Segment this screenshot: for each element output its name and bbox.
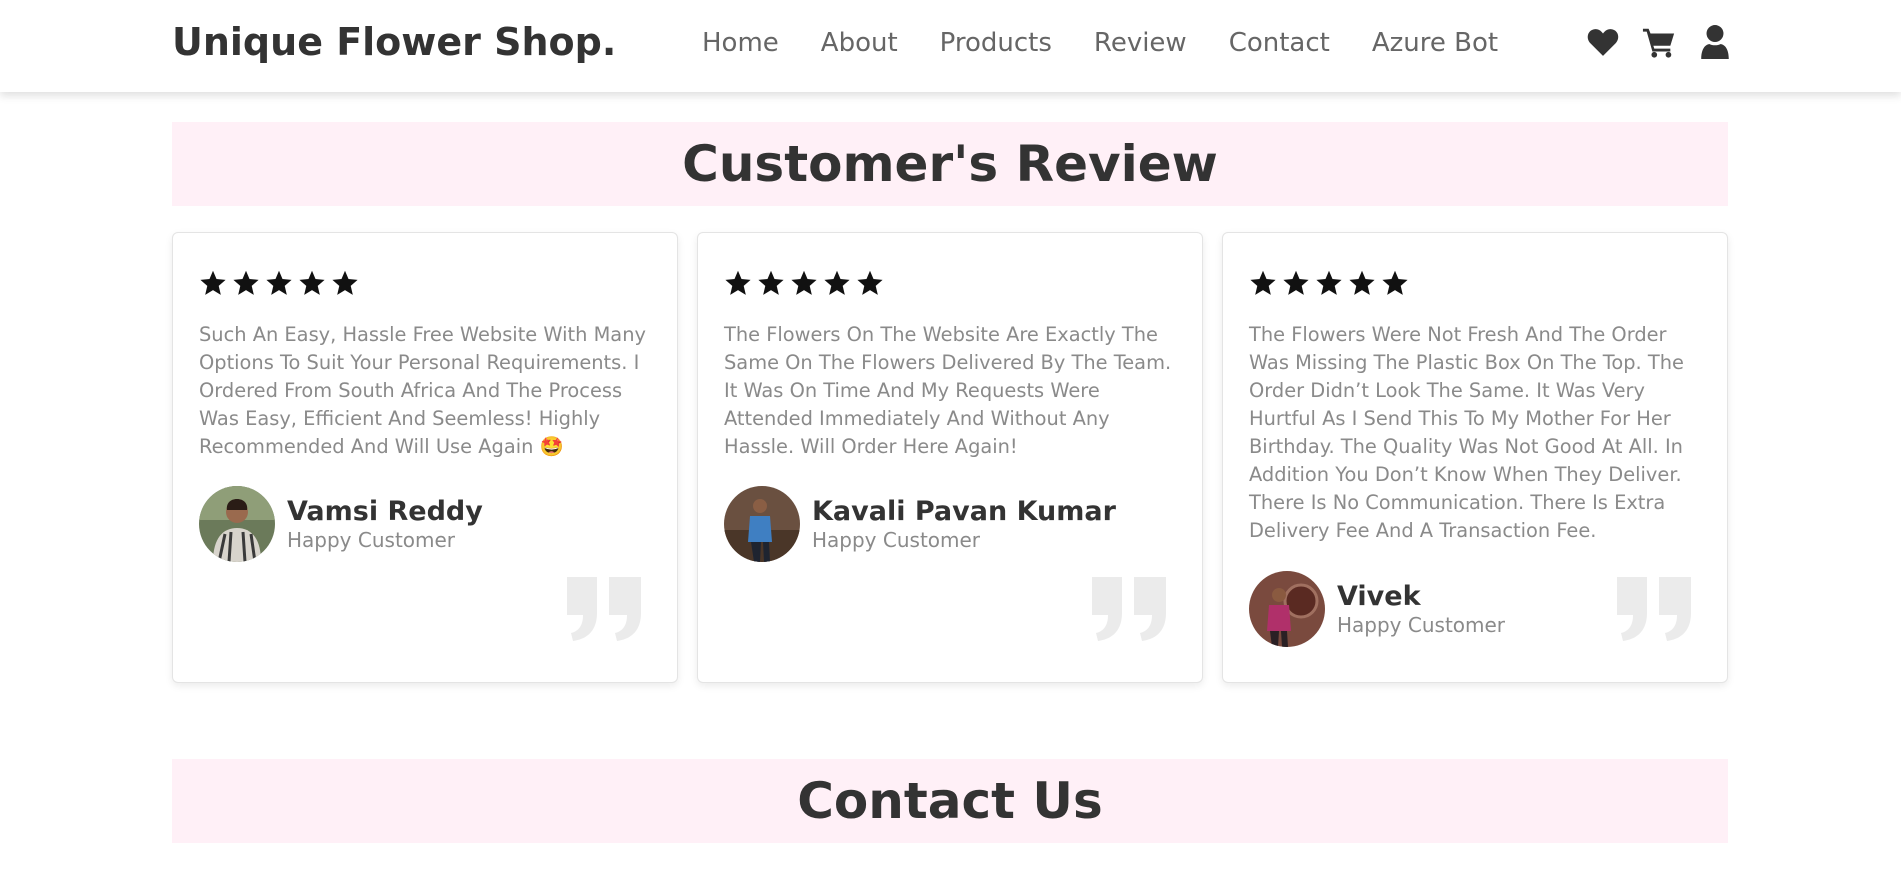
avatar bbox=[1249, 571, 1325, 647]
quote-icon bbox=[1615, 575, 1693, 643]
avatar bbox=[724, 486, 800, 562]
nav-about[interactable]: About bbox=[821, 28, 898, 64]
quote-icon bbox=[1090, 575, 1168, 643]
nav-azure-bot[interactable]: Azure Bot bbox=[1372, 28, 1498, 64]
reviewer-name: Vamsi Reddy bbox=[287, 496, 483, 527]
star-icon bbox=[1250, 270, 1276, 295]
star-icon bbox=[1283, 270, 1309, 295]
heart-icon[interactable] bbox=[1586, 24, 1620, 60]
star-icon bbox=[1382, 270, 1408, 295]
reviewer-role: Happy Customer bbox=[812, 528, 981, 552]
star-icon bbox=[200, 270, 226, 295]
reviewer: Vivek Happy Customer bbox=[1249, 571, 1505, 647]
review-text: The Flowers Were Not Fresh And The Order… bbox=[1249, 323, 1684, 542]
review-card: The Flowers Were Not Fresh And The Order… bbox=[1222, 232, 1728, 683]
reviewer-role: Happy Customer bbox=[1337, 613, 1506, 637]
star-icon bbox=[266, 270, 292, 295]
star-icon bbox=[299, 270, 325, 295]
quote-icon bbox=[565, 575, 643, 643]
reviewer-name: Vivek bbox=[1337, 581, 1421, 612]
nav-products[interactable]: Products bbox=[940, 28, 1052, 64]
nav-home[interactable]: Home bbox=[702, 28, 779, 64]
star-icon bbox=[824, 270, 850, 295]
reviewer: Kavali Pavan Kumar Happy Customer bbox=[724, 486, 1116, 562]
nav-contact[interactable]: Contact bbox=[1229, 28, 1330, 64]
reviewer-name: Kavali Pavan Kumar bbox=[812, 496, 1116, 527]
review-card: The Flowers On The Website Are Exactly T… bbox=[697, 232, 1203, 683]
site-header: Unique Flower Shop. Home About Products … bbox=[0, 0, 1901, 92]
main-nav: Home About Products Review Contact Azure… bbox=[702, 28, 1540, 64]
star-icon bbox=[332, 270, 358, 295]
review-text: The Flowers On The Website Are Exactly T… bbox=[724, 323, 1172, 458]
avatar bbox=[199, 486, 275, 562]
star-rating bbox=[1249, 269, 1409, 297]
star-icon bbox=[758, 270, 784, 295]
site-logo[interactable]: Unique Flower Shop. bbox=[172, 20, 616, 64]
star-rating bbox=[199, 269, 359, 297]
review-card: Such An Easy, Hassle Free Website With M… bbox=[172, 232, 678, 683]
star-icon bbox=[1349, 270, 1375, 295]
user-icon[interactable] bbox=[1698, 24, 1732, 60]
contact-section-heading: Contact Us bbox=[172, 759, 1728, 843]
star-icon bbox=[1316, 270, 1342, 295]
star-icon bbox=[233, 270, 259, 295]
star-icon bbox=[791, 270, 817, 295]
star-icon bbox=[725, 270, 751, 295]
header-icons bbox=[1586, 24, 1732, 60]
shopping-cart-icon[interactable] bbox=[1642, 24, 1676, 60]
star-rating bbox=[724, 269, 884, 297]
review-section-heading: Customer's Review bbox=[172, 122, 1728, 206]
reviewer: Vamsi Reddy Happy Customer bbox=[199, 486, 483, 562]
reviewer-role: Happy Customer bbox=[287, 528, 456, 552]
review-text: Such An Easy, Hassle Free Website With M… bbox=[199, 323, 646, 458]
star-icon bbox=[857, 270, 883, 295]
nav-review[interactable]: Review bbox=[1094, 28, 1187, 64]
